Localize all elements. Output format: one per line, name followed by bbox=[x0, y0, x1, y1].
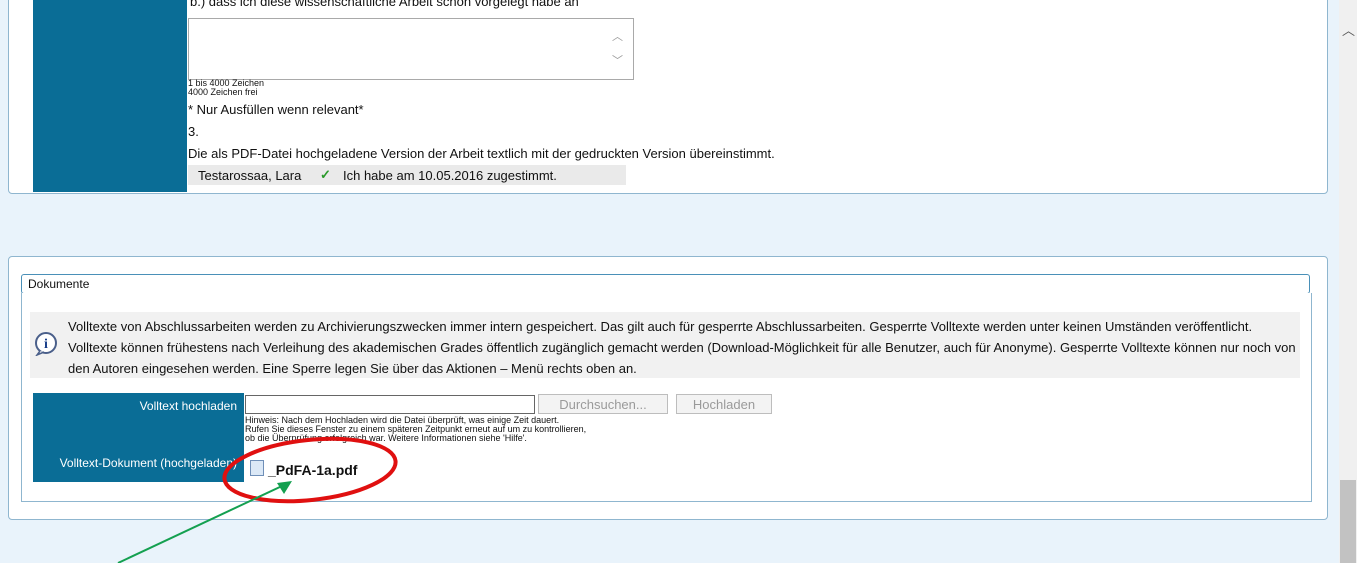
scroll-up-arrow-icon[interactable]: ︿ bbox=[1342, 20, 1355, 39]
annotation-green-arrow bbox=[117, 485, 283, 563]
scrollbar-thumb[interactable] bbox=[1340, 480, 1356, 563]
annotation-overlay bbox=[117, 436, 398, 563]
annotation-red-ellipse bbox=[222, 436, 398, 504]
page-scrollbar[interactable]: ︿ bbox=[1339, 0, 1357, 563]
